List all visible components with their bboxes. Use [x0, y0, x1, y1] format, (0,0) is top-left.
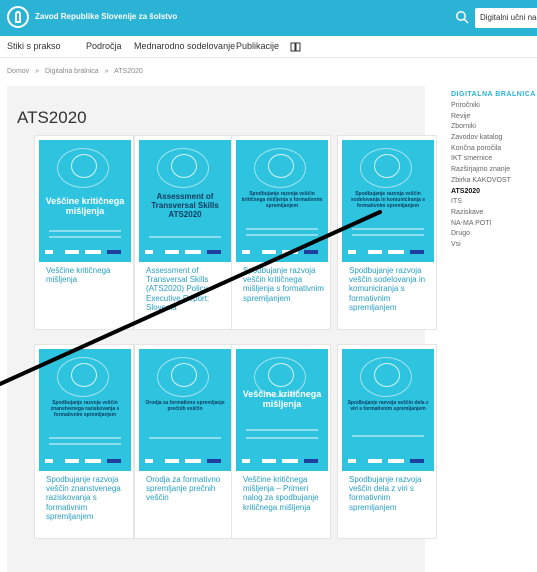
page: Zavod Republike Slovenije za šolstvo Dig…	[0, 0, 537, 572]
annotation-line	[0, 210, 382, 386]
